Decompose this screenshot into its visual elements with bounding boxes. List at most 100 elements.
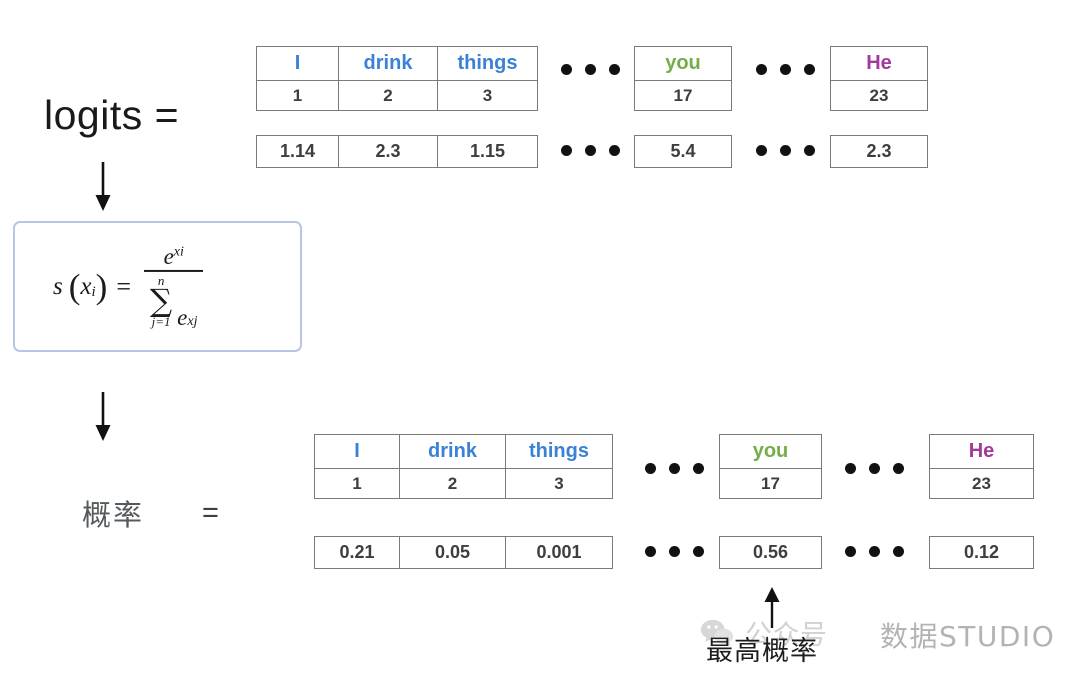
value-cell: 2.3 xyxy=(830,135,928,168)
summation-lower-limit: j=1 xyxy=(151,314,171,330)
dot xyxy=(845,463,856,474)
ellipsis-logits-a xyxy=(561,64,620,75)
dot xyxy=(893,546,904,557)
probs-token-table-c: He 23 xyxy=(929,434,1034,499)
dot xyxy=(585,64,596,75)
table-row: 1 2 3 xyxy=(256,80,538,111)
watermark-brand: 数据STUDIO xyxy=(880,620,1056,653)
logits-token-table-b: you 17 xyxy=(634,46,732,111)
table-row: 5.4 xyxy=(634,135,732,168)
value-cell: 5.4 xyxy=(634,135,732,168)
table-row: 1 2 3 xyxy=(314,468,613,499)
formula-function-name: s xyxy=(53,272,63,300)
dot xyxy=(561,64,572,75)
table-row: 1.14 2.3 1.15 xyxy=(256,135,538,168)
numerator-exponent: xi xyxy=(173,243,184,259)
table-row: you xyxy=(634,46,732,81)
probs-token-table-b: you 17 xyxy=(719,434,822,499)
logits-value-table-c: 2.3 xyxy=(830,135,928,168)
slide-canvas: logits = s ( xi ) = exi n ∑ j=1 e xj 概率 … xyxy=(0,0,1080,681)
probs-value-table-c: 0.12 xyxy=(929,536,1034,569)
denominator-exponent: xj xyxy=(187,313,198,329)
table-row: you xyxy=(719,434,822,469)
ellipsis-logits-b xyxy=(756,64,815,75)
dot xyxy=(669,546,680,557)
logits-label: logits = xyxy=(44,92,180,138)
table-row: 0.56 xyxy=(719,536,822,569)
logits-token-table-c: He 23 xyxy=(830,46,928,111)
dot xyxy=(804,64,815,75)
table-row: He xyxy=(830,46,928,81)
softmax-formula: s ( xi ) = exi n ∑ j=1 e xj xyxy=(53,244,204,329)
value-cell: 0.21 xyxy=(314,536,400,569)
dot xyxy=(585,145,596,156)
token-cell: He xyxy=(830,46,928,81)
arrow-up-icon xyxy=(764,587,780,628)
formula-paren-open: ( xyxy=(68,266,81,306)
ellipsis-probs-b xyxy=(845,463,904,474)
value-cell: 1.14 xyxy=(256,135,339,168)
token-cell: He xyxy=(929,434,1034,469)
index-cell: 1 xyxy=(314,468,400,499)
dot xyxy=(869,546,880,557)
table-row: He xyxy=(929,434,1034,469)
token-cell: I xyxy=(314,434,400,469)
formula-variable-subscript: i xyxy=(91,284,96,300)
value-cell: 0.001 xyxy=(505,536,613,569)
token-cell: you xyxy=(634,46,732,81)
dot xyxy=(756,64,767,75)
summation-operator: n ∑ j=1 xyxy=(150,273,172,330)
probs-value-table-b: 0.56 xyxy=(719,536,822,569)
index-cell: 23 xyxy=(929,468,1034,499)
ellipsis-probs-a xyxy=(645,463,704,474)
dot xyxy=(780,64,791,75)
ellipsis-logits-values-b xyxy=(756,145,815,156)
index-cell: 17 xyxy=(719,468,822,499)
dot xyxy=(609,64,620,75)
index-cell: 1 xyxy=(256,80,339,111)
table-row: 23 xyxy=(830,80,928,111)
dot xyxy=(804,145,815,156)
formula-variable: x xyxy=(80,272,92,300)
value-cell: 0.12 xyxy=(929,536,1034,569)
index-cell: 2 xyxy=(338,80,438,111)
probability-label: 概率 xyxy=(82,498,145,532)
formula-equals: = xyxy=(116,271,131,301)
formula-denominator: n ∑ j=1 e xj xyxy=(144,271,203,328)
probability-equals-sign: = xyxy=(202,496,219,529)
logits-token-table-a: I drink things 1 2 3 xyxy=(256,46,538,111)
dot xyxy=(669,463,680,474)
arrow-up-to-highest-probability xyxy=(757,586,787,635)
dot xyxy=(693,546,704,557)
dot xyxy=(561,145,572,156)
logits-value-table-a: 1.14 2.3 1.15 xyxy=(256,135,538,168)
highest-probability-caption: 最高概率 xyxy=(706,636,818,667)
arrow-down-icon xyxy=(95,392,111,441)
index-cell: 3 xyxy=(437,80,538,111)
dot xyxy=(780,145,791,156)
token-cell: drink xyxy=(399,434,506,469)
table-row: 23 xyxy=(929,468,1034,499)
dot xyxy=(845,546,856,557)
ellipsis-probs-values-b xyxy=(845,546,904,557)
softmax-formula-box: s ( xi ) = exi n ∑ j=1 e xj xyxy=(13,221,302,352)
table-row: 0.21 0.05 0.001 xyxy=(314,536,613,569)
token-cell: you xyxy=(719,434,822,469)
arrow-down-icon xyxy=(95,162,111,211)
dot xyxy=(893,463,904,474)
index-cell: 3 xyxy=(505,468,613,499)
table-row: 17 xyxy=(634,80,732,111)
value-cell: 0.56 xyxy=(719,536,822,569)
token-cell: I xyxy=(256,46,339,81)
table-row: 0.12 xyxy=(929,536,1034,569)
value-cell: 2.3 xyxy=(338,135,438,168)
token-cell: things xyxy=(505,434,613,469)
probs-token-table-a: I drink things 1 2 3 xyxy=(314,434,613,499)
formula-numerator: exi xyxy=(150,244,198,269)
formula-paren-close: ) xyxy=(95,266,108,306)
ellipsis-logits-values-a xyxy=(561,145,620,156)
dot xyxy=(756,145,767,156)
arrow-down-to-probabilities xyxy=(88,390,118,447)
table-row: 17 xyxy=(719,468,822,499)
value-cell: 0.05 xyxy=(399,536,506,569)
